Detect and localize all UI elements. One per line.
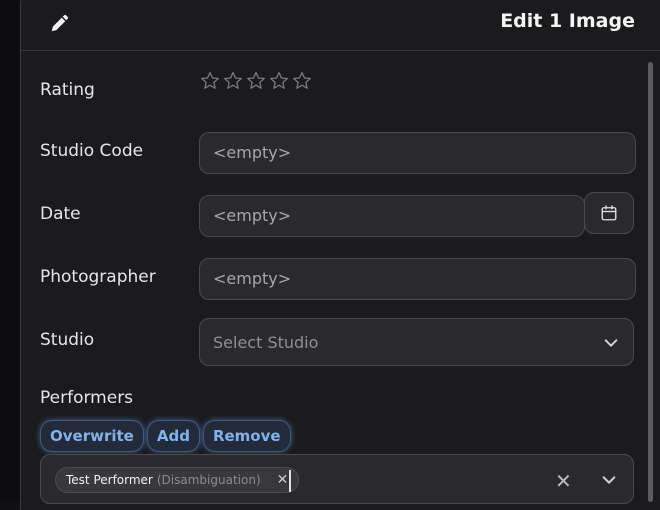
date-input[interactable]: <empty> <box>199 195 585 237</box>
star-icon-2[interactable] <box>222 70 244 92</box>
studio-label: Studio <box>40 330 95 350</box>
star-icon-1[interactable] <box>199 70 221 92</box>
add-mode-button[interactable]: Add <box>146 420 200 452</box>
background-page <box>0 0 20 500</box>
date-picker-button[interactable] <box>584 192 634 234</box>
performers-select[interactable]: Test Performer (Disambiguation) ✕ ✕ <box>40 454 634 504</box>
studio-select-placeholder: Select Studio <box>213 333 319 352</box>
star-icon-4[interactable] <box>268 70 290 92</box>
chevron-down-icon <box>604 339 618 347</box>
dialog-header: Edit 1 Image <box>21 0 660 51</box>
performer-tag-disambiguation: (Disambiguation) <box>156 473 261 487</box>
rating-stars <box>199 70 313 92</box>
dialog-title: Edit 1 Image <box>500 10 635 32</box>
rating-label: Rating <box>40 80 95 100</box>
studio-code-label: Studio Code <box>40 141 144 161</box>
remove-mode-button[interactable]: Remove <box>202 420 291 452</box>
text-caret <box>289 470 291 492</box>
performers-label: Performers <box>40 388 134 408</box>
studio-code-input[interactable]: <empty> <box>199 132 636 174</box>
star-icon-3[interactable] <box>245 70 267 92</box>
date-label: Date <box>40 204 81 224</box>
photographer-label: Photographer <box>40 267 156 287</box>
pencil-icon <box>51 14 69 32</box>
star-icon-5[interactable] <box>291 70 313 92</box>
scrollbar[interactable] <box>648 62 653 502</box>
overwrite-mode-button[interactable]: Overwrite <box>40 420 144 452</box>
performer-tag: Test Performer (Disambiguation) ✕ <box>55 467 300 493</box>
studio-select[interactable]: Select Studio <box>199 318 634 366</box>
remove-tag-icon[interactable]: ✕ <box>277 472 289 488</box>
clear-icon[interactable]: ✕ <box>555 469 572 493</box>
calendar-icon <box>601 205 617 221</box>
edit-image-dialog: Edit 1 Image Rating Studio Code <empty> … <box>20 0 660 510</box>
performers-mode-group: Overwrite Add Remove <box>40 420 291 452</box>
performer-tag-name: Test Performer <box>66 473 153 487</box>
chevron-down-icon[interactable] <box>601 472 617 488</box>
photographer-input[interactable]: <empty> <box>199 258 636 300</box>
